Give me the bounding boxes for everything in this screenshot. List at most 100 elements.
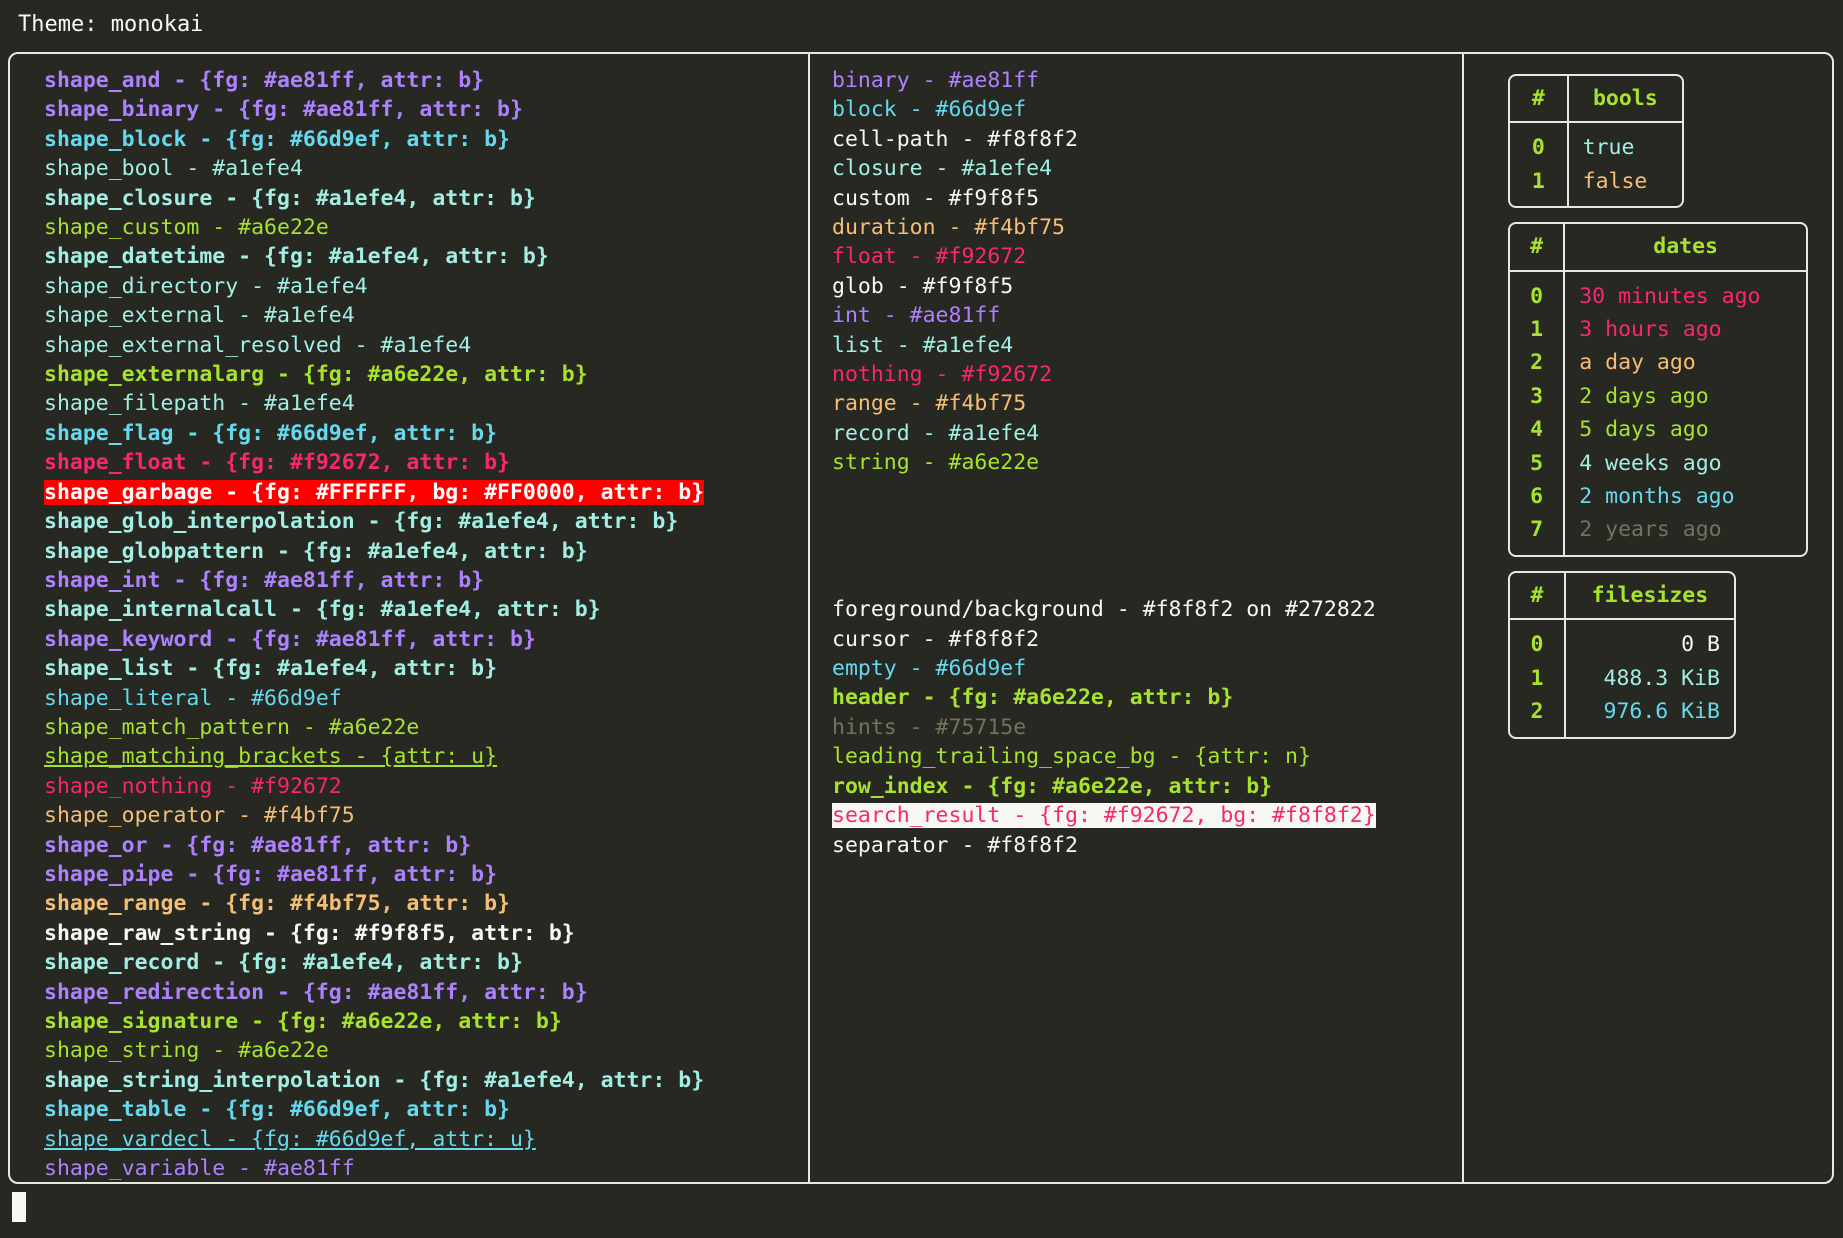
filesizes-index-header: # [1510, 572, 1566, 621]
bools-index-header: # [1510, 76, 1569, 124]
shape-line: shape_operator - #f4bf75 [44, 803, 355, 829]
shape-line: shape_match_pattern - #a6e22e [44, 714, 420, 740]
bools-value-header: bools [1568, 76, 1682, 124]
row-index: 6 [1510, 480, 1566, 514]
bools-table: # bools 0 true 1 false [1508, 74, 1684, 209]
filesizes-table: # filesizes 0 0 B 1 488.3 KiB 2 976.6 Ki… [1508, 570, 1736, 739]
filesizes-value-header: filesizes [1565, 573, 1734, 621]
row-index: 1 [1510, 164, 1569, 207]
ui-line: empty - #66d9ef [832, 656, 1027, 682]
row-index: 7 [1510, 513, 1566, 555]
table-row: 0 0 B [1510, 620, 1734, 662]
shape-line: shape_flag - {fg: #66d9ef, attr: b} [44, 420, 498, 446]
row-index: 0 [1510, 271, 1566, 314]
shape-line: shape_vardecl - {fg: #66d9ef, attr: u} [44, 1126, 536, 1152]
row-index: 1 [1510, 313, 1566, 347]
row-index: 0 [1510, 123, 1569, 165]
column-gap [832, 478, 1462, 507]
terminal-screen: Theme: monokai shape_and - {fg: #ae81ff,… [0, 0, 1843, 1238]
table-row: 4 5 days ago [1510, 413, 1806, 447]
ui-line: row_index - {fg: #a6e22e, attr: b} [832, 773, 1273, 799]
bool-value: true [1582, 135, 1635, 161]
row-index: 3 [1510, 379, 1566, 414]
shape-line: shape_table - {fg: #66d9ef, attr: b} [44, 1097, 510, 1123]
shape-line: shape_raw_string - {fg: #f9f8f5, attr: b… [44, 920, 575, 946]
shape-line: shape_literal - #66d9ef [44, 685, 342, 711]
ui-line: cursor - #f8f8f2 [832, 626, 1040, 652]
row-index: 0 [1510, 620, 1566, 662]
shape-garbage-highlight: shape_garbage - {fg: #FFFFFF, bg: #FF000… [44, 479, 705, 505]
dates-index-header: # [1510, 224, 1566, 272]
ui-line: leading_trailing_space_bg - {attr: n} [832, 744, 1311, 770]
table-header-row: # filesizes [1510, 572, 1734, 621]
row-index: 2 [1510, 346, 1566, 380]
table-row: 1 false [1510, 164, 1682, 207]
table-header-row: # dates [1510, 224, 1806, 272]
shape-line: shape_int - {fg: #ae81ff, attr: b} [44, 567, 485, 593]
bool-value: false [1582, 168, 1648, 194]
date-value: 2 days ago [1579, 383, 1709, 409]
shape-line: shape_record - {fg: #a1efe4, attr: b} [44, 950, 523, 976]
shape-line: shape_internalcall - {fg: #a1efe4, attr:… [44, 597, 601, 623]
shape-line: shape_redirection - {fg: #ae81ff, attr: … [44, 979, 588, 1005]
dates-value-header: dates [1565, 224, 1806, 272]
type-line: float - #f92672 [832, 244, 1027, 270]
table-row: 7 2 years ago [1510, 513, 1806, 555]
table-row: 0 true [1510, 123, 1682, 165]
filesize-value: 0 B [1681, 632, 1720, 658]
row-index: 4 [1510, 413, 1566, 447]
shape-line: shape_block - {fg: #66d9ef, attr: b} [44, 126, 510, 152]
row-index: 1 [1510, 661, 1566, 696]
column-gap [832, 566, 1462, 595]
table-row: 1 488.3 KiB [1510, 661, 1734, 696]
shape-line: shape_pipe - {fg: #ae81ff, attr: b} [44, 861, 498, 887]
shape-line: shape_bool - #a1efe4 [44, 156, 303, 182]
shape-line: shape_externalarg - {fg: #a6e22e, attr: … [44, 362, 588, 388]
shape-line: shape_nothing - #f92672 [44, 773, 342, 799]
type-line: binary - #ae81ff [832, 68, 1040, 93]
type-line: list - #a1efe4 [832, 332, 1014, 358]
shape-line: shape_string - #a6e22e [44, 1038, 329, 1064]
date-value: 2 years ago [1579, 517, 1722, 543]
table-header-row: # bools [1510, 76, 1682, 124]
type-line: duration - #f4bf75 [832, 215, 1065, 241]
row-index: 2 [1510, 695, 1566, 737]
date-value: 30 minutes ago [1579, 283, 1761, 309]
shape-line: shape_and - {fg: #ae81ff, attr: b} [44, 68, 485, 93]
table-row: 0 30 minutes ago [1510, 271, 1806, 314]
shape-line: shape_filepath - #a1efe4 [44, 391, 355, 417]
shape-line: shape_glob_interpolation - {fg: #a1efe4,… [44, 509, 679, 535]
type-line: record - #a1efe4 [832, 420, 1040, 446]
type-line: block - #66d9ef [832, 97, 1027, 123]
theme-title: Theme: monokai [18, 12, 204, 37]
shape-line: shape_signature - {fg: #a6e22e, attr: b} [44, 1009, 562, 1034]
shape-line: shape_custom - #a6e22e [44, 215, 329, 241]
row-index: 5 [1510, 446, 1566, 481]
shape-line: shape_float - {fg: #f92672, attr: b} [44, 450, 510, 476]
search-result-highlight: search_result - {fg: #f92672, bg: #f8f8f… [832, 803, 1376, 829]
types-column: binary - #ae81ff block - #66d9ef cell-pa… [808, 54, 1462, 1182]
type-line: closure - #a1efe4 [832, 156, 1053, 182]
shape-line: shape_list - {fg: #a1efe4, attr: b} [44, 656, 498, 682]
type-line: nothing - #f92672 [832, 362, 1053, 388]
shape-garbage-line: shape_garbage - {fg: #FFFFFF, bg: #FF000… [44, 478, 808, 507]
shape-line: shape_range - {fg: #f4bf75, attr: b} [44, 891, 510, 917]
column-gap [832, 536, 1462, 565]
shape-line: shape_external - #a1efe4 [44, 303, 355, 329]
filesize-value: 976.6 KiB [1603, 699, 1721, 725]
table-row: 3 2 days ago [1510, 379, 1806, 414]
date-value: 2 months ago [1579, 484, 1735, 510]
date-value: 5 days ago [1579, 417, 1709, 443]
ui-line: header - {fg: #a6e22e, attr: b} [832, 685, 1234, 711]
shape-line: shape_closure - {fg: #a1efe4, attr: b} [44, 185, 536, 211]
column-gap [832, 507, 1462, 536]
table-row: 1 3 hours ago [1510, 313, 1806, 347]
terminal-cursor [12, 1192, 26, 1222]
date-value: 4 weeks ago [1579, 450, 1722, 476]
table-row: 6 2 months ago [1510, 480, 1806, 514]
table-row: 2 a day ago [1510, 346, 1806, 380]
shape-line: shape_directory - #a1efe4 [44, 273, 368, 299]
date-value: 3 hours ago [1579, 317, 1722, 343]
filesize-value: 488.3 KiB [1603, 665, 1721, 691]
shape-line: shape_matching_brackets - {attr: u} [44, 744, 498, 770]
